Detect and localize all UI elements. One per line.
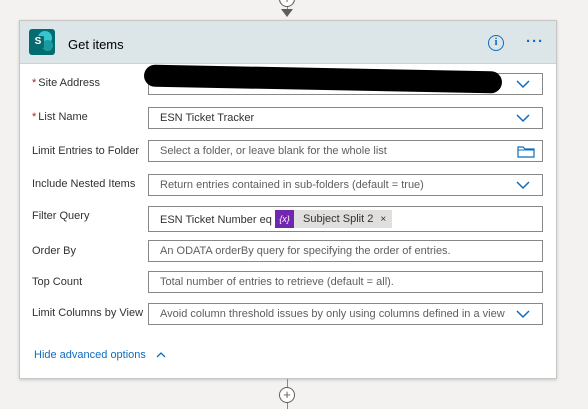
sharepoint-icon: S <box>29 29 55 55</box>
limit-folder-label: Limit Entries to Folder <box>32 145 139 157</box>
chevron-down-icon[interactable] <box>515 79 531 89</box>
limit-columns-placeholder: Avoid column threshold issues by only us… <box>160 308 505 320</box>
more-options-icon[interactable]: ··· <box>526 33 544 50</box>
list-name-label: * List Name <box>32 111 88 123</box>
token-label: Subject Split 2 <box>303 213 374 225</box>
filter-query-text: ESN Ticket Number eq ' <box>160 214 276 226</box>
info-icon[interactable]: i <box>488 35 504 51</box>
insert-step-bottom-icon[interactable]: + <box>279 387 295 403</box>
chevron-down-icon[interactable] <box>515 113 531 123</box>
expression-icon: {x} <box>275 210 294 228</box>
insert-step-top-icon[interactable]: + <box>279 0 295 7</box>
remove-token-icon[interactable]: × <box>380 214 386 225</box>
required-asterisk: * <box>32 77 37 89</box>
get-items-action-card: S Get items i ··· * Site Address * List Na… <box>19 20 557 379</box>
order-by-placeholder: An ODATA orderBy query for specifying th… <box>160 245 451 257</box>
top-count-input[interactable]: Total number of entries to retrieve (def… <box>148 271 543 293</box>
limit-columns-dropdown[interactable]: Avoid column threshold issues by only us… <box>148 303 543 325</box>
limit-folder-placeholder: Select a folder, or leave blank for the … <box>160 145 387 157</box>
chevron-down-icon[interactable] <box>515 309 531 319</box>
site-address-label: * Site Address <box>32 77 101 89</box>
include-nested-placeholder: Return entries contained in sub-folders … <box>160 179 424 191</box>
arrow-down-icon <box>281 9 293 17</box>
limit-folder-input[interactable]: Select a folder, or leave blank for the … <box>148 140 543 162</box>
order-by-input[interactable]: An ODATA orderBy query for specifying th… <box>148 240 543 262</box>
list-name-value: ESN Ticket Tracker <box>160 112 255 124</box>
list-name-dropdown[interactable]: ESN Ticket Tracker <box>148 107 543 129</box>
order-by-label: Order By <box>32 245 77 257</box>
card-title: Get items <box>68 37 124 52</box>
filter-query-input[interactable]: ESN Ticket Number eq ' {x} Subject Split… <box>148 206 543 232</box>
chevron-down-icon[interactable] <box>515 180 531 190</box>
card-header[interactable]: S Get items i ··· <box>20 21 556 64</box>
include-nested-dropdown[interactable]: Return entries contained in sub-folders … <box>148 174 543 196</box>
dynamic-content-token[interactable]: {x} Subject Split 2 × <box>275 210 393 228</box>
folder-icon[interactable] <box>517 145 535 158</box>
required-asterisk: * <box>32 111 37 123</box>
top-count-placeholder: Total number of entries to retrieve (def… <box>160 276 394 288</box>
hide-advanced-options-link[interactable]: Hide advanced options <box>34 349 146 361</box>
limit-columns-label: Limit Columns by View <box>32 307 144 319</box>
chevron-up-icon[interactable] <box>156 351 166 359</box>
filter-query-label: Filter Query <box>32 210 90 222</box>
include-nested-label: Include Nested Items <box>32 178 136 190</box>
top-count-label: Top Count <box>32 276 83 288</box>
